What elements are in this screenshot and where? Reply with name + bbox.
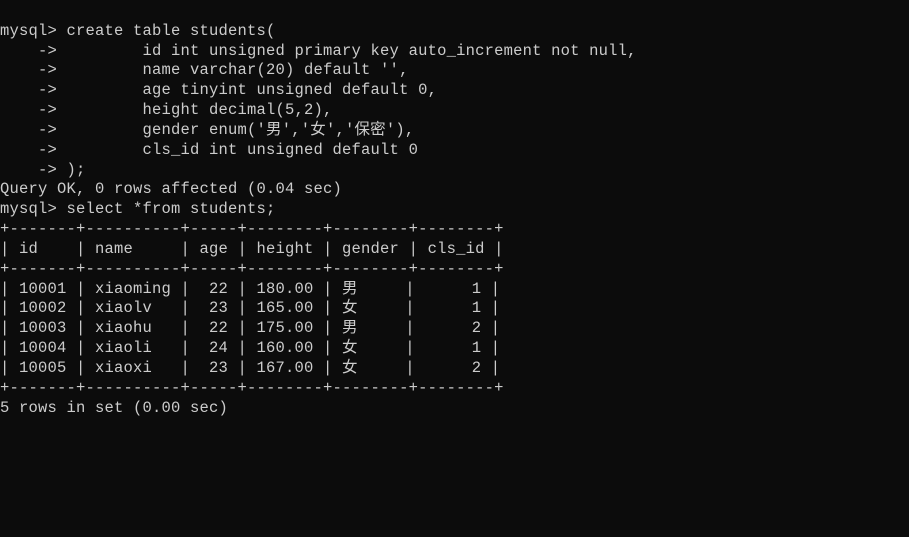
- query-result: 5 rows in set (0.00 sec): [0, 399, 909, 419]
- table-row: | 10004 | xiaoli | 24 | 160.00 | 女 | 1 |: [0, 339, 909, 359]
- sql-create-line: -> cls_id int unsigned default 0: [0, 141, 909, 161]
- table-separator: +-------+----------+-----+--------+-----…: [0, 260, 909, 280]
- sql-select-line: mysql> select *from students;: [0, 200, 909, 220]
- sql-create-line: mysql> create table students(: [0, 22, 909, 42]
- table-row: | 10005 | xiaoxi | 23 | 167.00 | 女 | 2 |: [0, 359, 909, 379]
- table-separator: +-------+----------+-----+--------+-----…: [0, 220, 909, 240]
- sql-create-line: -> name varchar(20) default '',: [0, 61, 909, 81]
- sql-create-line: -> );: [0, 161, 909, 181]
- sql-create-line: -> age tinyint unsigned default 0,: [0, 81, 909, 101]
- query-result: Query OK, 0 rows affected (0.04 sec): [0, 180, 909, 200]
- table-separator: +-------+----------+-----+--------+-----…: [0, 379, 909, 399]
- table-header: | id | name | age | height | gender | cl…: [0, 240, 909, 260]
- table-row: | 10002 | xiaolv | 23 | 165.00 | 女 | 1 |: [0, 299, 909, 319]
- sql-create-line: -> id int unsigned primary key auto_incr…: [0, 42, 909, 62]
- table-row: | 10003 | xiaohu | 22 | 175.00 | 男 | 2 |: [0, 319, 909, 339]
- mysql-terminal[interactable]: mysql> create table students( -> id int …: [0, 22, 909, 419]
- sql-create-line: -> gender enum('男','女','保密'),: [0, 121, 909, 141]
- sql-create-line: -> height decimal(5,2),: [0, 101, 909, 121]
- table-row: | 10001 | xiaoming | 22 | 180.00 | 男 | 1…: [0, 280, 909, 300]
